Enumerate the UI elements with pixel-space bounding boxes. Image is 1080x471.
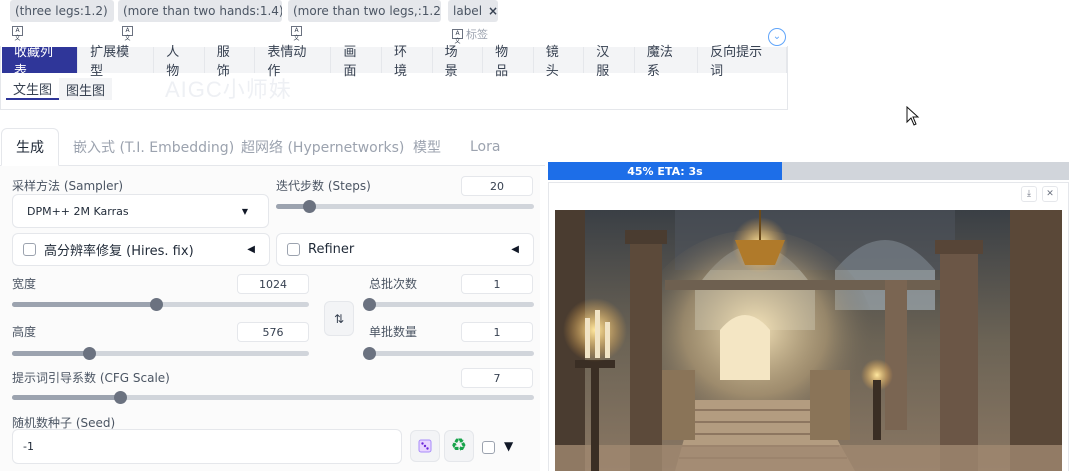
tab-embedding[interactable]: 嵌入式 (T.I. Embedding) <box>73 128 234 166</box>
batch-count-number-input[interactable]: 1 <box>461 274 533 294</box>
batch-size-label: 单批数量 <box>369 325 418 339</box>
category-tab[interactable]: 环境 <box>382 45 433 79</box>
batch-count-slider-handle[interactable] <box>363 298 376 311</box>
batch-count-label: 总批次数 <box>369 277 418 291</box>
height-slider-fill <box>12 351 89 356</box>
height-slider-handle[interactable] <box>82 347 96 360</box>
tag-text: (more than two legs,:1.2) <box>293 4 441 18</box>
cfg-number-input[interactable]: 7 <box>461 368 533 388</box>
tab-hypernetworks[interactable]: 超网络 (Hypernetworks) <box>241 128 404 166</box>
subtab-txt2img[interactable]: 文生图 <box>6 78 60 100</box>
tag-chip[interactable]: label × <box>448 0 498 22</box>
category-tabs: 收藏列表 扩展模型 人物 服饰 表情动作 画面 环境 场景 物品 镜头 汉服 魔法系 反向提示词 <box>2 45 788 79</box>
tab-model[interactable]: 模型 <box>413 128 441 166</box>
collapse-arrow-icon[interactable]: ◀ <box>247 244 255 255</box>
caret-down-icon: ▼ <box>241 206 248 216</box>
category-tab[interactable]: 镜头 <box>534 45 585 79</box>
width-slider-fill <box>12 302 156 307</box>
mode-subtabs: 文生图 图生图 <box>6 78 113 100</box>
category-tab[interactable]: 魔法系 <box>635 45 699 79</box>
tag-chip[interactable]: (three legs:1.2) × <box>10 0 114 22</box>
seed-value: -1 <box>23 440 34 453</box>
height-slider[interactable] <box>12 347 309 360</box>
refiner-accordion[interactable]: Refiner ◀ <box>276 233 534 266</box>
batch-size-slider-handle[interactable] <box>363 347 376 360</box>
progress-bar: 45% ETA: 3s <box>548 162 1069 180</box>
category-tab[interactable]: 人物 <box>154 45 205 79</box>
dice-icon <box>418 439 432 453</box>
steps-number-input[interactable]: 20 <box>461 176 533 196</box>
translate-icon: A文 <box>291 26 302 42</box>
category-tab[interactable]: 汉服 <box>584 45 635 79</box>
category-tab[interactable]: 收藏列表 <box>2 45 79 79</box>
extra-seed-dropdown-icon[interactable]: ▼ <box>504 439 513 453</box>
hires-fix-accordion[interactable]: 高分辨率修复 (Hires. fix) ◀ <box>12 233 270 266</box>
height-number-input[interactable]: 576 <box>237 322 309 342</box>
batch-size-number-input[interactable]: 1 <box>461 322 533 342</box>
translate-toggle[interactable]: A文 标签 <box>452 26 488 45</box>
width-slider-handle[interactable] <box>149 298 163 311</box>
translate-toggle[interactable]: A文 <box>122 26 133 42</box>
random-seed-button[interactable] <box>410 430 440 462</box>
refiner-checkbox[interactable] <box>287 243 300 256</box>
hires-fix-label: 高分辨率修复 (Hires. fix) <box>44 244 194 259</box>
tag-chip[interactable]: (more than two legs,:1.2) × <box>288 0 441 22</box>
extra-seed-checkbox[interactable] <box>482 441 495 454</box>
seed-input[interactable]: -1 <box>12 429 402 464</box>
swap-dimensions-button[interactable]: ⇅ <box>324 301 354 336</box>
main-tabs: 生成 嵌入式 (T.I. Embedding) 超网络 (Hypernetwor… <box>0 128 545 166</box>
steps-slider-handle[interactable] <box>302 200 316 213</box>
hires-fix-checkbox[interactable] <box>23 243 36 256</box>
cfg-slider-fill <box>12 395 120 400</box>
tag-text: (more than two hands:1.4) <box>123 4 282 18</box>
category-tab[interactable]: 画面 <box>331 45 383 79</box>
translate-icon: A文 <box>12 26 23 42</box>
download-icon[interactable]: ⤓ <box>1021 186 1037 202</box>
category-tab[interactable]: 服饰 <box>205 45 256 79</box>
collapse-arrow-icon[interactable]: ◀ <box>511 244 519 255</box>
translate-toggle[interactable]: A文 <box>12 26 23 42</box>
width-slider[interactable] <box>12 298 309 311</box>
category-tab[interactable]: 物品 <box>483 45 534 79</box>
sampler-label: 采样方法 (Sampler) <box>12 179 124 193</box>
cfg-label: 提示词引导系数 (CFG Scale) <box>12 371 170 385</box>
batch-count-slider[interactable] <box>363 298 534 311</box>
height-label: 高度 <box>12 325 37 339</box>
category-tab[interactable]: 扩展模型 <box>78 45 155 79</box>
translate-icon: A文 <box>122 26 133 42</box>
width-number-input[interactable]: 1024 <box>237 274 309 294</box>
subtab-img2img[interactable]: 图生图 <box>59 78 112 100</box>
recycle-icon: ♻ <box>450 435 468 456</box>
preview-image[interactable] <box>555 210 1062 471</box>
tab-lora[interactable]: Lora <box>470 128 500 166</box>
sampler-select[interactable]: DPM++ 2M Karras ▼ <box>12 194 269 228</box>
sampler-value: DPM++ 2M Karras <box>27 204 129 218</box>
reuse-seed-button[interactable]: ♻ <box>444 430 474 462</box>
translate-toggle[interactable]: A文 <box>291 26 302 42</box>
mouse-pointer-icon <box>906 106 920 126</box>
cfg-slider-handle[interactable] <box>114 391 127 404</box>
remove-tag-icon[interactable]: × <box>488 4 498 18</box>
steps-slider[interactable] <box>276 200 534 213</box>
tab-generate[interactable]: 生成 <box>1 128 59 166</box>
batch-size-slider[interactable] <box>363 347 534 360</box>
close-icon[interactable]: ✕ <box>1042 186 1058 202</box>
steps-label: 迭代步数 (Steps) <box>276 179 371 193</box>
castle-interior-image <box>555 210 1062 471</box>
category-tab[interactable]: 表情动作 <box>255 45 332 79</box>
category-tab[interactable]: 场景 <box>433 45 484 79</box>
cfg-slider[interactable] <box>12 391 534 404</box>
tag-translation: 标签 <box>466 28 488 41</box>
tag-chip[interactable]: (more than two hands:1.4) × <box>118 0 282 22</box>
tag-text: (three legs:1.2) <box>15 4 108 18</box>
width-label: 宽度 <box>12 277 37 291</box>
tag-text: label <box>453 4 483 18</box>
swap-arrows-icon: ⇅ <box>333 311 345 326</box>
translate-icon: A文 <box>452 29 463 45</box>
progress-text: 45% ETA: 3s <box>627 164 703 178</box>
category-tab[interactable]: 反向提示词 <box>698 45 788 79</box>
refiner-label: Refiner <box>308 242 355 257</box>
